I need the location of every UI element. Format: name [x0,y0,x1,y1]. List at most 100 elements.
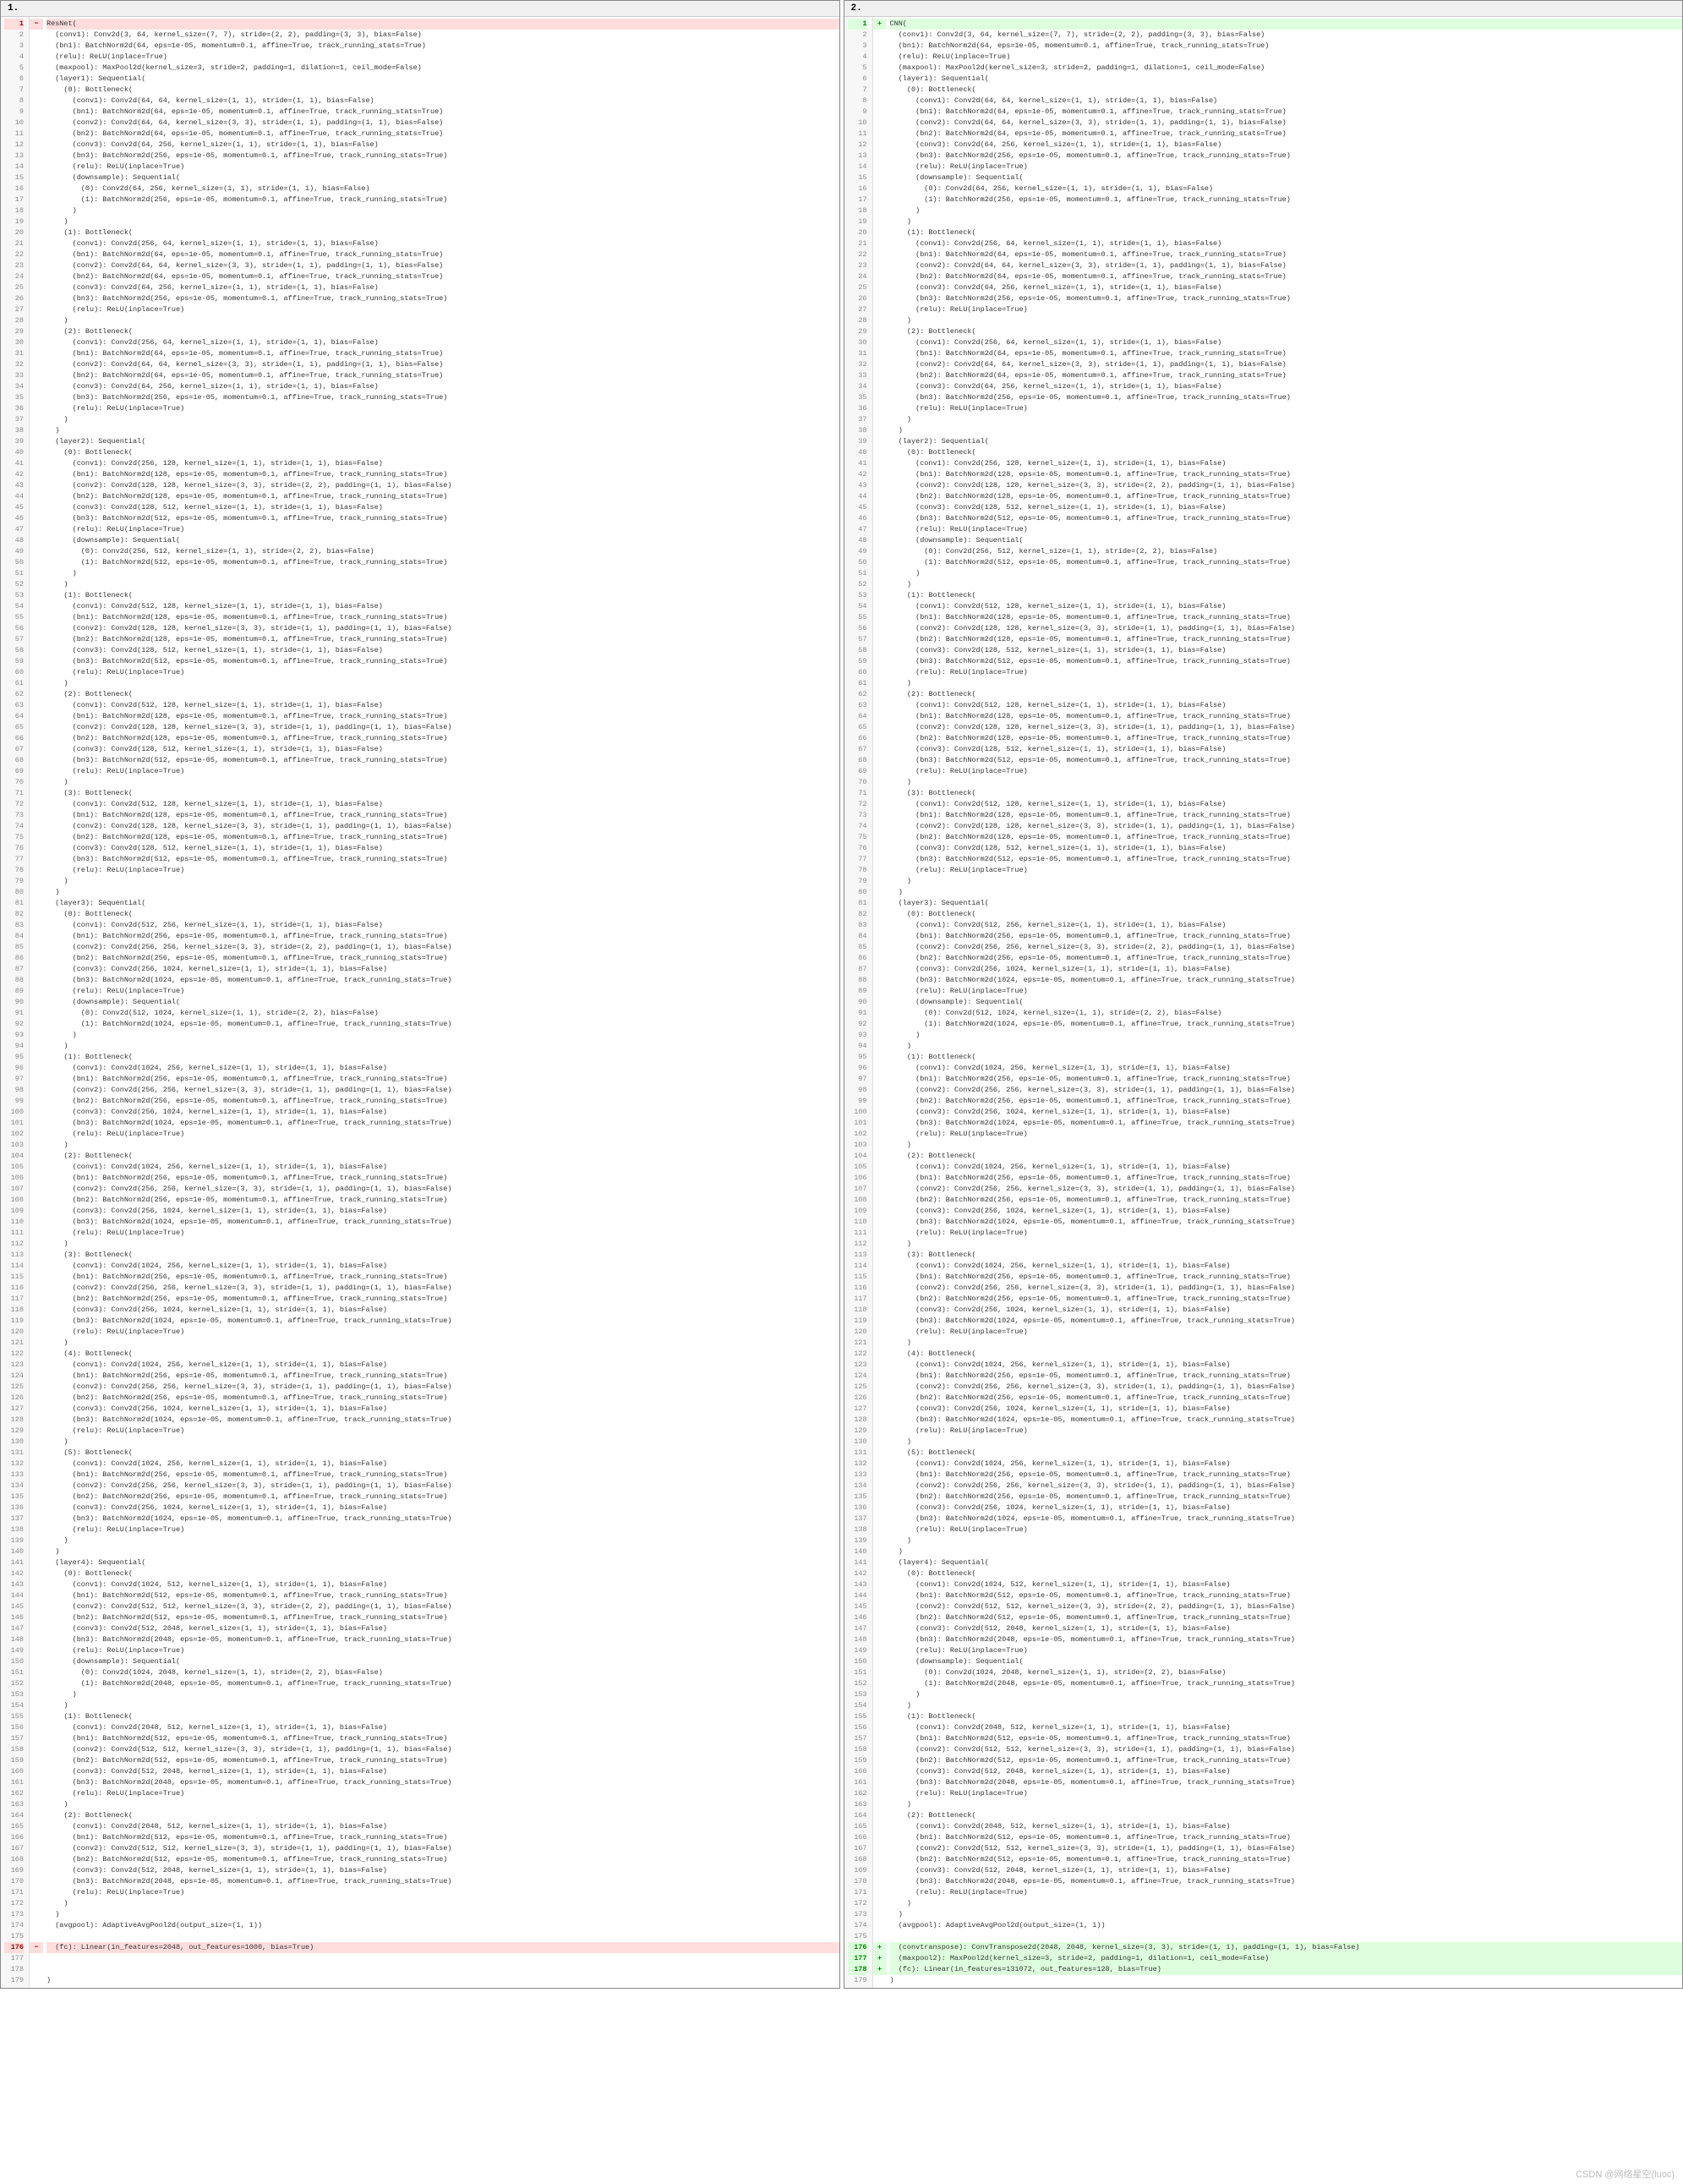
code-line[interactable]: (bn2): BatchNorm2d(512, eps=1e-05, momen… [890,1755,1683,1766]
code-line[interactable]: (conv2): Conv2d(512, 512, kernel_size=(3… [890,1601,1683,1612]
code-line[interactable]: (conv1): Conv2d(2048, 512, kernel_size=(… [890,1821,1683,1832]
code-line[interactable]: ) [46,1437,839,1448]
code-line[interactable]: ) [46,1689,839,1700]
code-line[interactable]: (conv1): Conv2d(1024, 256, kernel_size=(… [46,1261,839,1272]
code-line[interactable]: (bn2): BatchNorm2d(64, eps=1e-05, moment… [890,370,1683,381]
code-line[interactable]: (conv1): Conv2d(512, 256, kernel_size=(1… [46,920,839,931]
code-line[interactable]: (relu): ReLU(inplace=True) [46,1129,839,1140]
code-line[interactable]: (bn2): BatchNorm2d(64, eps=1e-05, moment… [46,129,839,140]
code-line[interactable]: (relu): ReLU(inplace=True) [46,1524,839,1535]
code-line[interactable]: (bn3): BatchNorm2d(1024, eps=1e-05, mome… [46,1513,839,1524]
code-line[interactable]: (conv3): Conv2d(256, 1024, kernel_size=(… [46,1404,839,1415]
code-line[interactable]: (conv2): Conv2d(256, 256, kernel_size=(3… [890,1184,1683,1195]
code-line[interactable]: (bn3): BatchNorm2d(512, eps=1e-05, momen… [46,656,839,667]
code-line[interactable]: (conv3): Conv2d(256, 1024, kernel_size=(… [46,1503,839,1513]
code-line[interactable]: (conv3): Conv2d(128, 512, kernel_size=(1… [46,502,839,513]
code-line[interactable]: (bn3): BatchNorm2d(1024, eps=1e-05, mome… [890,1513,1683,1524]
code-line[interactable]: (downsample): Sequential( [46,1656,839,1667]
code-line[interactable]: ) [46,1546,839,1557]
code-line[interactable]: (conv1): Conv2d(512, 256, kernel_size=(1… [890,920,1683,931]
code-line[interactable]: (2): Bottleneck( [46,1810,839,1821]
code-line[interactable]: (conv2): Conv2d(256, 256, kernel_size=(3… [890,942,1683,953]
code-line[interactable]: ) [890,425,1683,436]
code-line[interactable]: ) [46,1975,839,1986]
code-line[interactable]: (conv3): Conv2d(64, 256, kernel_size=(1,… [890,282,1683,293]
code-line[interactable]: (bn3): BatchNorm2d(2048, eps=1e-05, mome… [890,1876,1683,1887]
code-line[interactable]: (bn1): BatchNorm2d(64, eps=1e-05, moment… [46,41,839,52]
code-line[interactable]: (relu): ReLU(inplace=True) [890,1228,1683,1239]
code-line[interactable]: (conv2): Conv2d(128, 128, kernel_size=(3… [46,821,839,832]
code-line[interactable]: ) [890,1700,1683,1711]
code-line[interactable]: ) [890,216,1683,227]
code-line[interactable]: ) [46,315,839,326]
code-line[interactable]: ) [46,876,839,887]
code-line[interactable]: (1): Bottleneck( [890,227,1683,238]
code-line[interactable]: (bn1): BatchNorm2d(128, eps=1e-05, momen… [46,810,839,821]
code-line[interactable]: ) [46,425,839,436]
code-line[interactable]: (conv1): Conv2d(1024, 256, kernel_size=(… [890,1162,1683,1173]
code-line[interactable]: (bn3): BatchNorm2d(1024, eps=1e-05, mome… [46,1316,839,1327]
code-line[interactable]: (bn2): BatchNorm2d(128, eps=1e-05, momen… [890,733,1683,744]
code-line[interactable]: (conv1): Conv2d(256, 64, kernel_size=(1,… [46,238,839,249]
code-line[interactable]: (2): Bottleneck( [890,1810,1683,1821]
code-line[interactable]: (bn3): BatchNorm2d(256, eps=1e-05, momen… [890,293,1683,304]
code-area-left[interactable]: 1234567891011121314151617181920212223242… [1,17,839,1988]
code-line[interactable]: (bn3): BatchNorm2d(512, eps=1e-05, momen… [46,755,839,766]
code-line[interactable]: (bn3): BatchNorm2d(512, eps=1e-05, momen… [890,656,1683,667]
code-line[interactable]: (conv3): Conv2d(256, 1024, kernel_size=(… [890,1305,1683,1316]
code-line[interactable]: (relu): ReLU(inplace=True) [46,667,839,678]
code-line[interactable]: (bn3): BatchNorm2d(2048, eps=1e-05, mome… [46,1634,839,1645]
code-line[interactable]: (conv2): Conv2d(256, 256, kernel_size=(3… [46,1085,839,1096]
code-line[interactable]: ) [46,777,839,788]
code-line[interactable]: ) [890,1239,1683,1250]
code-line[interactable]: (relu): ReLU(inplace=True) [46,1228,839,1239]
code-line[interactable]: (conv2): Conv2d(256, 256, kernel_size=(3… [890,1283,1683,1294]
code-line[interactable]: (conv2): Conv2d(128, 128, kernel_size=(3… [890,722,1683,733]
code-line[interactable]: (0): Conv2d(1024, 2048, kernel_size=(1, … [46,1667,839,1678]
code-line[interactable]: (bn2): BatchNorm2d(128, eps=1e-05, momen… [46,733,839,744]
code-line[interactable]: (bn3): BatchNorm2d(1024, eps=1e-05, mome… [46,1415,839,1426]
code-line[interactable]: (conv1): Conv2d(1024, 256, kernel_size=(… [890,1360,1683,1371]
code-line[interactable]: (bn2): BatchNorm2d(256, eps=1e-05, momen… [890,1195,1683,1206]
code-line[interactable]: ) [890,1030,1683,1041]
code-line[interactable]: (conv2): Conv2d(512, 512, kernel_size=(3… [46,1744,839,1755]
code-line[interactable]: (bn2): BatchNorm2d(64, eps=1e-05, moment… [46,370,839,381]
code-line[interactable]: (bn3): BatchNorm2d(512, eps=1e-05, momen… [46,854,839,865]
code-line[interactable]: ) [890,1535,1683,1546]
code-line[interactable]: (3): Bottleneck( [46,788,839,799]
code-line[interactable]: (bn3): BatchNorm2d(256, eps=1e-05, momen… [890,151,1683,161]
code-line[interactable]: (conv3): Conv2d(256, 1024, kernel_size=(… [46,1107,839,1118]
code-line[interactable]: (relu): ReLU(inplace=True) [46,986,839,997]
code-line[interactable]: (5): Bottleneck( [46,1448,839,1459]
code-line[interactable]: (conv1): Conv2d(256, 64, kernel_size=(1,… [890,337,1683,348]
code-line[interactable]: (conv2): Conv2d(64, 64, kernel_size=(3, … [46,260,839,271]
code-line[interactable]: (bn2): BatchNorm2d(128, eps=1e-05, momen… [46,634,839,645]
code-line[interactable]: (0): Bottleneck( [890,909,1683,920]
code-line[interactable]: (bn2): BatchNorm2d(256, eps=1e-05, momen… [46,1096,839,1107]
code-line[interactable]: (conv3): Conv2d(64, 256, kernel_size=(1,… [46,140,839,151]
code-line[interactable]: (bn1): BatchNorm2d(256, eps=1e-05, momen… [890,1371,1683,1382]
code-line[interactable]: (2): Bottleneck( [46,1151,839,1162]
code-line[interactable]: (1): BatchNorm2d(512, eps=1e-05, momentu… [890,557,1683,568]
code-line[interactable]: (bn1): BatchNorm2d(128, eps=1e-05, momen… [46,469,839,480]
code-line[interactable]: (layer2): Sequential( [890,436,1683,447]
code-line[interactable]: (conv3): Conv2d(512, 2048, kernel_size=(… [46,1623,839,1634]
code-line[interactable]: (relu): ReLU(inplace=True) [890,667,1683,678]
code-line[interactable]: (conv3): Conv2d(64, 256, kernel_size=(1,… [46,282,839,293]
code-line[interactable]: (conv2): Conv2d(64, 64, kernel_size=(3, … [890,260,1683,271]
code-line[interactable]: (2): Bottleneck( [890,326,1683,337]
code-line[interactable]: (conv1): Conv2d(1024, 256, kernel_size=(… [890,1261,1683,1272]
code-line[interactable]: ) [890,1689,1683,1700]
code-content[interactable]: CNN( (conv1): Conv2d(3, 64, kernel_size=… [887,17,1683,1988]
code-line[interactable]: (bn2): BatchNorm2d(256, eps=1e-05, momen… [890,1294,1683,1305]
code-line[interactable]: (layer1): Sequential( [46,74,839,85]
code-line[interactable]: (bn3): BatchNorm2d(1024, eps=1e-05, mome… [890,975,1683,986]
code-line[interactable]: (conv3): Conv2d(512, 2048, kernel_size=(… [890,1623,1683,1634]
code-line[interactable]: (bn3): BatchNorm2d(1024, eps=1e-05, mome… [46,1118,839,1129]
code-line[interactable]: (relu): ReLU(inplace=True) [46,1788,839,1799]
code-line[interactable]: (downsample): Sequential( [890,1656,1683,1667]
code-line[interactable]: (0): Conv2d(64, 256, kernel_size=(1, 1),… [46,183,839,194]
code-line[interactable]: (bn2): BatchNorm2d(256, eps=1e-05, momen… [46,1294,839,1305]
code-line[interactable]: (relu): ReLU(inplace=True) [890,52,1683,63]
code-line[interactable]: (0): Bottleneck( [890,447,1683,458]
